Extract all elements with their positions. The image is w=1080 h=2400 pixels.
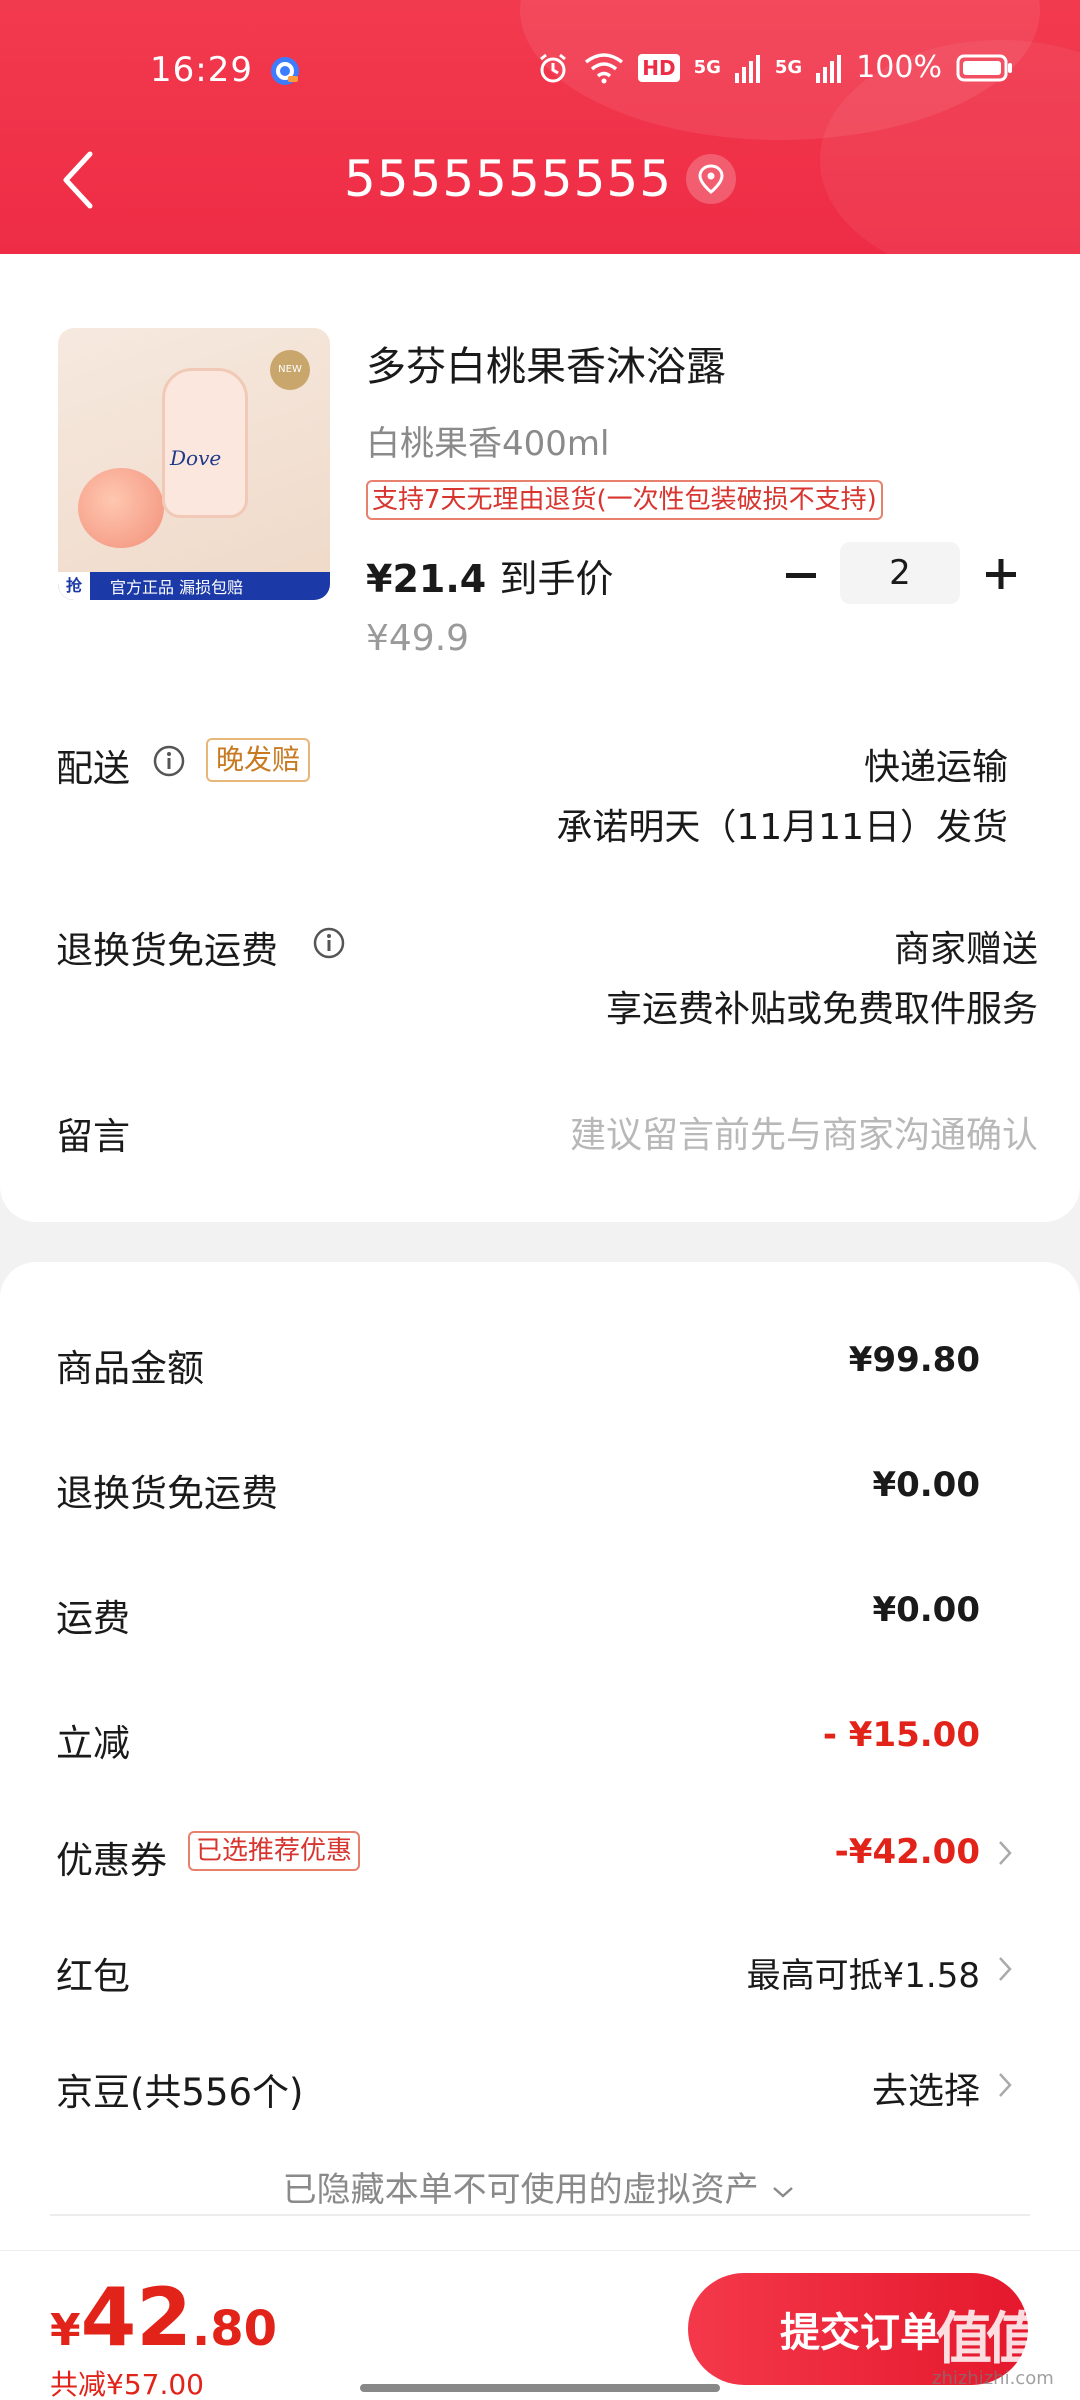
chevron-right-icon[interactable] bbox=[994, 1952, 1016, 1986]
watermark-url: zhizhizhi.com bbox=[932, 2368, 1054, 2389]
return-shipping-desc: 享运费补贴或免费取件服务 bbox=[605, 989, 1038, 1030]
price-value: ¥21.4 bbox=[366, 557, 487, 601]
signal-5g-icon: 5G bbox=[774, 57, 803, 78]
product-image[interactable]: Dove NEW 抢 官方正品 漏损包赔 bbox=[58, 328, 330, 600]
peach-graphic bbox=[78, 468, 164, 548]
bottle-graphic bbox=[162, 368, 248, 518]
order-item-card: Dove NEW 抢 官方正品 漏损包赔 多芬白桃果香沐浴露 白桃果香400ml… bbox=[0, 254, 1080, 1222]
red-packet-value[interactable]: 最高可抵¥1.58 bbox=[747, 1948, 980, 1997]
status-bar: 16:29 HD 5G 5G 100% bbox=[0, 38, 1080, 108]
info-icon[interactable] bbox=[152, 744, 186, 778]
header: 16:29 HD 5G 5G 100% 5555555555 bbox=[0, 0, 1080, 254]
message-input[interactable]: 建议留言前先与商家沟通确认 bbox=[570, 1106, 1038, 1158]
signal-bars-icon bbox=[816, 54, 842, 83]
hd-icon: HD bbox=[638, 53, 680, 82]
red-packet-value-text: 最高可抵¥1.58 bbox=[746, 1956, 980, 1996]
quantity-increase-button[interactable] bbox=[976, 548, 1026, 600]
product-title[interactable]: 多芬白桃果香沐浴露 bbox=[366, 334, 726, 392]
red-packet-label: 红包 bbox=[56, 1955, 130, 1998]
address-title[interactable]: 5555555555 bbox=[0, 150, 1080, 208]
delivery-promise: 承诺明天（11月11日）发货 bbox=[556, 807, 1008, 848]
delivery-label: 配送 bbox=[56, 747, 130, 790]
signal-5g-icon: 5G bbox=[693, 57, 721, 78]
grab-tag: 抢 bbox=[58, 572, 91, 600]
signal-bars-icon bbox=[734, 54, 760, 83]
return-policy-tag: 支持7天无理由退货(一次性包装破损不支持) bbox=[366, 480, 883, 520]
original-price: ¥49.9 bbox=[366, 618, 470, 659]
return-shipping-value: 商家赠送 bbox=[893, 929, 1038, 970]
chevron-down-icon bbox=[773, 2186, 794, 2198]
instant-discount-label: 立减 bbox=[56, 1722, 130, 1765]
new-badge: NEW bbox=[270, 350, 310, 390]
product-spec: 白桃果香400ml bbox=[366, 424, 610, 464]
location-pin-icon bbox=[686, 153, 737, 204]
info-icon[interactable] bbox=[312, 926, 346, 960]
chevron-right-icon[interactable] bbox=[994, 2068, 1016, 2102]
hidden-assets-text: 已隐藏本单不可使用的虚拟资产 bbox=[282, 2170, 759, 2210]
banner-text: 官方正品 漏损包赔 bbox=[110, 578, 244, 597]
instant-discount-value: - ¥15.00 bbox=[822, 1715, 980, 1755]
quantity-decrease-button[interactable] bbox=[780, 550, 824, 600]
total-integer: 42 bbox=[80, 2271, 192, 2364]
delivery-method[interactable]: 快递运输 bbox=[864, 738, 1008, 790]
total-price: ¥42.80 bbox=[50, 2271, 277, 2364]
shipping-fee-value: ¥0.00 bbox=[872, 1590, 980, 1630]
return-shipping-label: 退换货免运费 bbox=[56, 929, 278, 972]
goods-amount-label: 商品金额 bbox=[56, 1347, 204, 1390]
status-time: 16:29 bbox=[150, 50, 253, 90]
brand-logo: Dove bbox=[170, 446, 222, 470]
late-compensation-tag: 晚发赔 bbox=[206, 738, 311, 782]
checkout-bar: ¥42.80 共减¥57.00 提交订单 bbox=[0, 2250, 1080, 2400]
status-icons: HD 5G 5G 100% bbox=[536, 50, 1014, 85]
return-fee-value: ¥0.00 bbox=[872, 1465, 980, 1505]
divider bbox=[50, 2214, 1030, 2216]
jingdou-label: 京豆(共556个) bbox=[56, 2071, 304, 2114]
message-label: 留言 bbox=[56, 1115, 130, 1158]
chevron-right-icon[interactable] bbox=[994, 1836, 1016, 1870]
goods-amount-value: ¥99.80 bbox=[848, 1340, 980, 1380]
product-price: ¥21.4 到手价 bbox=[366, 548, 613, 603]
battery-icon bbox=[956, 54, 1012, 81]
coupon-label: 优惠券 bbox=[56, 1839, 167, 1882]
app-notification-icon bbox=[271, 57, 299, 85]
coupon-value[interactable]: -¥42.00 bbox=[835, 1832, 980, 1872]
coupon-recommended-tag: 已选推荐优惠 bbox=[188, 1831, 361, 1871]
product-image-banner: 抢 官方正品 漏损包赔 bbox=[58, 572, 330, 600]
price-suffix: 到手价 bbox=[499, 557, 614, 601]
home-indicator[interactable] bbox=[360, 2384, 720, 2392]
return-fee-label: 退换货免运费 bbox=[56, 1472, 278, 1515]
quantity-input[interactable]: 2 bbox=[840, 542, 960, 604]
total-currency: ¥ bbox=[50, 2305, 81, 2356]
total-saved: 共减¥57.00 bbox=[50, 2368, 204, 2400]
hidden-assets-toggle[interactable]: 已隐藏本单不可使用的虚拟资产 bbox=[0, 2162, 1080, 2211]
address-title-text: 5555555555 bbox=[343, 150, 673, 208]
battery-percent: 100% bbox=[856, 50, 942, 85]
alarm-icon bbox=[540, 53, 567, 82]
total-decimal: .80 bbox=[191, 2301, 277, 2357]
wifi-icon bbox=[585, 52, 624, 83]
shipping-fee-label: 运费 bbox=[56, 1597, 130, 1640]
jingdou-select[interactable]: 去选择 bbox=[872, 2062, 980, 2114]
